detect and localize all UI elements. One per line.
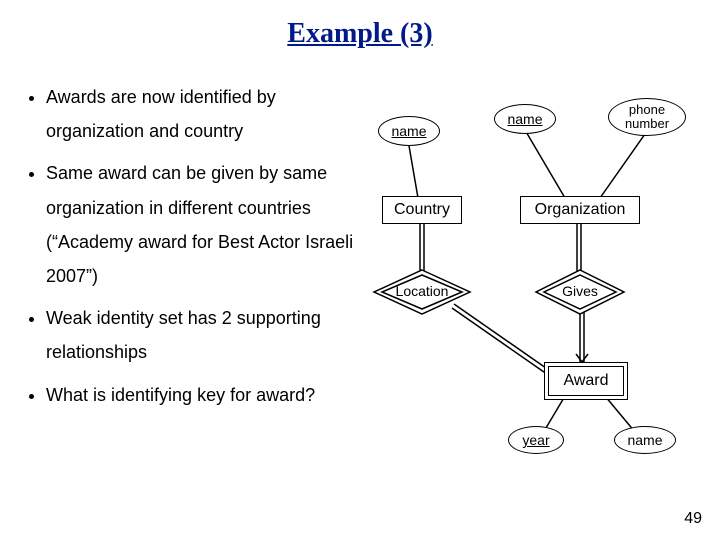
attr-label: name: [391, 123, 426, 139]
attr-label: name: [507, 111, 542, 127]
slide-title: Example (3): [0, 18, 720, 50]
rel-location-label: Location: [394, 283, 450, 299]
attr-label: year: [522, 432, 549, 448]
diagram-connectors: [0, 80, 720, 520]
er-diagram: name name phone number Country Organizat…: [0, 80, 720, 500]
entity-country: Country: [382, 196, 462, 224]
attr-label: name: [627, 432, 662, 448]
slide-number: 49: [684, 510, 702, 528]
attr-country-name: name: [378, 116, 440, 146]
attr-label: phone number: [609, 103, 685, 132]
attr-award-name: name: [614, 426, 676, 454]
rel-gives-label: Gives: [558, 283, 602, 299]
attr-org-name: name: [494, 104, 556, 134]
attr-award-year: year: [508, 426, 564, 454]
entity-award-inner: Award: [548, 366, 624, 396]
entity-award: Award: [544, 362, 628, 400]
attr-org-phone: phone number: [608, 98, 686, 136]
entity-organization: Organization: [520, 196, 640, 224]
